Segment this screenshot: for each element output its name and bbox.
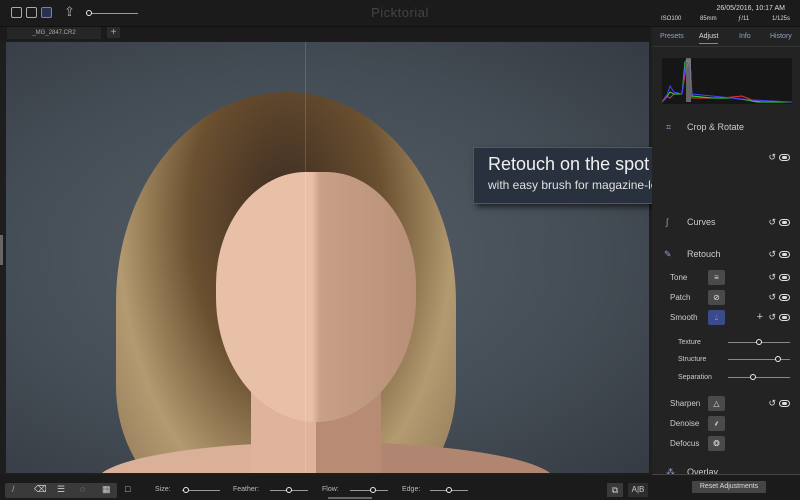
undo-icon[interactable]: ↺: [768, 249, 776, 260]
brush-option-label: Feather:: [233, 486, 260, 493]
lasso-icon[interactable]: ◌: [80, 484, 85, 494]
undo-icon[interactable]: ↺: [768, 217, 776, 228]
toggle-switch[interactable]: [779, 294, 790, 301]
section-label: Retouch: [687, 249, 721, 259]
aperture: ƒ/11: [738, 16, 750, 22]
triangle-icon[interactable]: △: [708, 396, 725, 411]
brush-flow-slider[interactable]: [350, 487, 388, 493]
toggle-switch[interactable]: [779, 314, 790, 321]
rect-icon[interactable]: □: [125, 484, 130, 494]
brush-icon[interactable]: /: [12, 484, 15, 494]
photo-canvas[interactable]: [6, 42, 649, 473]
fill-icon[interactable]: ▦: [102, 484, 111, 495]
capture-datetime: 26/05/2016, 10:17 AM: [716, 5, 786, 12]
tool-tone[interactable]: Tone ≡ ↺: [652, 270, 800, 286]
broom-icon[interactable]: ⸙: [708, 416, 725, 431]
tab-info[interactable]: Info: [739, 33, 751, 40]
tool-label: Defocus: [670, 439, 700, 448]
brush-tools-group: / ⌫ ☰ ◌ ▦ □: [5, 483, 130, 498]
panel-tabs: Presets Adjust Info History: [652, 30, 800, 44]
undo-icon[interactable]: ↺: [768, 152, 776, 163]
tool-denoise[interactable]: Denoise ⸙: [652, 416, 800, 432]
copy-layer-icon[interactable]: ⧉: [607, 483, 623, 497]
tool-patch[interactable]: Patch ⊘ ↺: [652, 290, 800, 306]
slider-knob[interactable]: [369, 487, 376, 493]
tool-label: Sharpen: [670, 399, 701, 408]
tab-presets[interactable]: Presets: [660, 33, 684, 40]
photo-face: [216, 172, 416, 422]
section-label: Curves: [687, 217, 716, 227]
slider-track[interactable]: [728, 374, 790, 380]
tool-defocus[interactable]: Defocus ❂: [652, 436, 800, 452]
toggle-switch[interactable]: [779, 400, 790, 407]
curves-icon: ∫: [666, 217, 669, 227]
brush-size-slider[interactable]: [182, 487, 220, 493]
tool-label: Patch: [670, 293, 691, 302]
top-toolbar: ⇪ Picktorial 26/05/2016, 10:17 AM ISO100…: [0, 0, 800, 27]
brush-option-label: Flow:: [322, 486, 339, 493]
focal-length: 85mm: [700, 16, 717, 22]
aperture-icon[interactable]: ❂: [708, 436, 725, 451]
eraser-icon[interactable]: ⌫: [34, 484, 47, 495]
slider-label: Structure: [678, 356, 707, 363]
undo-icon[interactable]: ↺: [768, 398, 776, 409]
slider-knob[interactable]: [446, 487, 452, 493]
tool-label: Denoise: [670, 419, 700, 428]
brush-option-label: Size:: [155, 486, 171, 493]
histogram: [662, 58, 792, 104]
drop-icon[interactable]: 💧︎: [708, 310, 725, 325]
brush-edge-slider[interactable]: [430, 487, 468, 493]
panel-divider: [652, 474, 800, 475]
iso-value: ISO100: [661, 16, 682, 22]
crop-icon: ⌗: [666, 122, 672, 132]
file-tabs: _MG_2847.CR2 +: [0, 27, 650, 41]
shutter-speed: 1/125s: [772, 16, 791, 22]
slider-knob[interactable]: [182, 487, 189, 493]
slider-knob[interactable]: [749, 374, 756, 380]
section-label: Crop & Rotate: [687, 122, 745, 132]
add-tab-button[interactable]: +: [107, 27, 120, 38]
left-panel-handle[interactable]: [0, 235, 3, 265]
slider-knob[interactable]: [286, 487, 292, 493]
bandage-icon[interactable]: ⊘: [708, 290, 725, 305]
brush-option-label: Edge:: [402, 486, 421, 493]
reset-adjustments-button[interactable]: Reset Adjustments: [692, 481, 766, 493]
slider-track[interactable]: [728, 356, 790, 362]
slider-track[interactable]: [728, 339, 790, 345]
undo-icon[interactable]: ↺: [768, 272, 776, 283]
undo-icon[interactable]: ↺: [768, 292, 776, 303]
before-after-divider[interactable]: [305, 42, 306, 473]
slider-label: Separation: [678, 374, 712, 381]
brush-toolbar: / ⌫ ☰ ◌ ▦ □ Size: Feather: Flow: Edge: ⧉ A|…: [0, 475, 800, 500]
sliders-icon[interactable]: ≡: [708, 270, 725, 285]
slider-label: Texture: [678, 339, 701, 346]
panel-divider: [652, 46, 800, 47]
brush-icon: ✎: [664, 249, 672, 259]
undo-icon[interactable]: ↺: [768, 312, 776, 323]
lines-icon[interactable]: ☰: [57, 484, 65, 495]
tab-history[interactable]: History: [770, 33, 792, 40]
toggle-switch[interactable]: [779, 154, 790, 161]
file-tab[interactable]: _MG_2847.CR2: [7, 27, 101, 39]
toggle-switch[interactable]: [779, 219, 790, 226]
toggle-switch[interactable]: [779, 274, 790, 281]
tool-smooth[interactable]: Smooth 💧︎ + ↺: [652, 310, 800, 326]
tool-label: Smooth: [670, 313, 698, 322]
panel-resize-handle[interactable]: [328, 497, 372, 499]
brush-feather-slider[interactable]: [270, 487, 308, 493]
tool-sharpen[interactable]: Sharpen △ ↺: [652, 396, 800, 412]
tool-label: Tone: [670, 273, 688, 282]
tab-adjust[interactable]: Adjust: [699, 33, 719, 44]
toggle-switch[interactable]: [779, 251, 790, 258]
slider-knob[interactable]: [756, 339, 762, 345]
ab-compare-button[interactable]: A|B: [628, 483, 648, 497]
add-icon[interactable]: +: [757, 311, 763, 323]
slider-knob[interactable]: [774, 356, 781, 362]
